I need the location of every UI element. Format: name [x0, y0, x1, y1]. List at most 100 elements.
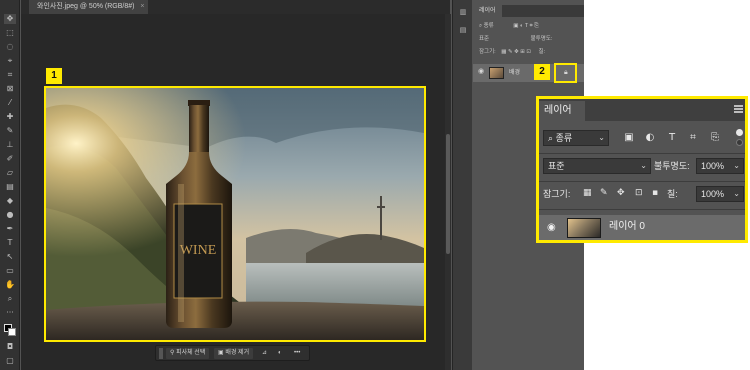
kind-filter-label: 종류	[555, 133, 573, 143]
chevron-down-icon: ⌄	[598, 133, 605, 142]
small-search-icon: ⌕	[479, 23, 483, 29]
callout-2-badge: 2	[534, 64, 550, 80]
small-filter-icons: ▣ ◐ T ⌗ ⎘	[513, 23, 539, 29]
type-tool-icon[interactable]: T	[4, 238, 16, 248]
marquee-tool-icon[interactable]: ⬚	[4, 28, 16, 38]
small-blend-mode[interactable]: 표준	[479, 36, 489, 42]
opacity-input[interactable]: 100% ⌄	[696, 158, 744, 174]
contextual-task-bar: ⚲ 피사체 선택 ▣ 배경 제거 ⊿ ◐ •••	[155, 345, 310, 361]
divider	[539, 153, 745, 154]
small-opacity-label: 불투명도:	[530, 36, 553, 42]
eye-icon[interactable]: ◉	[547, 222, 556, 234]
panel-menu-icon[interactable]	[734, 105, 743, 113]
layer-row[interactable]: ◉ 레이어 0	[539, 215, 745, 240]
small-layer-name: 배경	[509, 70, 521, 76]
stamp-tool-icon[interactable]: ⊥	[4, 140, 16, 150]
small-layers-tab[interactable]: 레이어	[473, 5, 502, 17]
image-icon: ▣	[218, 350, 224, 356]
layer-thumbnail	[567, 218, 601, 238]
quick-mask-icon[interactable]: ◘	[4, 342, 16, 352]
remove-background-label: 배경 제거	[225, 350, 250, 356]
smart-object-filter-icon[interactable]: ⎘	[709, 132, 721, 144]
layers-panel-zoomed: 레이어 ⌕ 종류 ⌄ ▣ ◐ T ⌗ ⎘ 표준 ⌄ 불투명도: 100% ⌄ 잠…	[536, 96, 748, 243]
shape-tool-icon[interactable]: ▭	[4, 266, 16, 276]
adjustment-filter-icon[interactable]: ◐	[644, 132, 656, 144]
lock-artboard-icon[interactable]: ⊡	[635, 187, 643, 199]
blur-tool-icon[interactable]: ◆	[4, 196, 16, 206]
small-panel-tab-bar: 레이어	[473, 5, 584, 17]
small-lock-row: 잠그기: ▦ ✎ ✥ ⊞ ⊡ 칠:	[473, 46, 584, 58]
lock-position-icon[interactable]: ✥	[617, 187, 625, 199]
document-tab-title: 와인사진.jpeg @ 50% (RGB/8#)	[37, 3, 135, 10]
search-icon: ⌕	[548, 133, 554, 143]
lasso-tool-icon[interactable]: ◌	[4, 42, 16, 52]
callout-2-highlight	[554, 63, 577, 83]
tools-bar: ✥ ⬚ ◌ ⌖ ⌗ ⊠ ⁄ ✚ ✎ ⊥ ✐ ▱ ▤ ◆ ● ✒ T ↖ ▭ ✋ …	[0, 0, 20, 370]
chevron-down-icon: ⌄	[733, 161, 740, 170]
ctx-bar-grip-icon[interactable]	[159, 348, 163, 359]
small-lock-label: 잠그기:	[479, 49, 496, 55]
close-tab-icon[interactable]: ×	[140, 0, 144, 14]
move-tool-icon[interactable]: ✥	[4, 14, 16, 24]
gradient-tool-icon[interactable]: ▤	[4, 182, 16, 192]
crop-tool-icon[interactable]: ⌗	[4, 70, 16, 80]
healing-brush-tool-icon[interactable]: ✚	[4, 112, 16, 122]
chevron-down-icon: ⌄	[733, 189, 740, 198]
divider	[539, 181, 745, 182]
remove-background-button[interactable]: ▣ 배경 제거	[214, 348, 254, 359]
fill-label: 칠:	[667, 189, 678, 199]
layer-name[interactable]: 레이어 0	[609, 221, 645, 233]
eraser-tool-icon[interactable]: ▱	[4, 168, 16, 178]
layers-tab[interactable]: 레이어	[539, 101, 585, 121]
hand-tool-icon[interactable]: ✋	[4, 280, 16, 290]
quick-select-tool-icon[interactable]: ⌖	[4, 56, 16, 66]
screen-mode-icon[interactable]: ▢	[4, 356, 16, 366]
small-layer-thumbnail	[489, 67, 504, 79]
eyedropper-tool-icon[interactable]: ⁄	[4, 98, 16, 108]
lock-pixels-icon[interactable]: ✎	[600, 187, 608, 199]
lock-label: 잠그기:	[543, 189, 571, 199]
small-blend-row: 표준 불투명도:	[473, 33, 584, 45]
small-eye-icon[interactable]: ◉	[478, 67, 484, 75]
vertical-scrollbar[interactable]	[445, 14, 451, 370]
divider	[539, 209, 745, 210]
zoom-tool-icon[interactable]: ⌕	[4, 294, 16, 304]
callout-1-badge: 1	[46, 68, 62, 84]
photoshop-window: ✥ ⬚ ◌ ⌖ ⌗ ⊠ ⁄ ✚ ✎ ⊥ ✐ ▱ ▤ ◆ ● ✒ T ↖ ▭ ✋ …	[0, 0, 584, 370]
more-options-icon[interactable]: •••	[294, 348, 300, 359]
path-select-tool-icon[interactable]: ↖	[4, 252, 16, 262]
transform-icon[interactable]: ⊿	[262, 348, 267, 359]
pixel-filter-icon[interactable]: ▣	[623, 132, 635, 144]
blend-mode-label: 표준	[548, 161, 565, 171]
dodge-tool-icon[interactable]: ●	[4, 210, 16, 220]
document-tab-bar: 와인사진.jpeg @ 50% (RGB/8#) ×	[21, 0, 450, 14]
color-swatches-icon[interactable]	[4, 324, 16, 336]
lock-transparent-icon[interactable]: ▦	[583, 187, 592, 199]
shape-filter-icon[interactable]: ⌗	[687, 132, 699, 144]
blend-mode-dropdown[interactable]: 표준 ⌄	[543, 158, 651, 174]
small-kind-filter[interactable]: 종류	[484, 23, 494, 29]
history-brush-tool-icon[interactable]: ✐	[4, 154, 16, 164]
lock-all-icon[interactable]: ▪	[652, 187, 658, 199]
layers-tab-bar: 레이어	[539, 99, 745, 121]
small-filter-row: ⌕ 종류 ▣ ◐ T ⌗ ⎘	[473, 20, 584, 32]
document-tab[interactable]: 와인사진.jpeg @ 50% (RGB/8#) ×	[29, 0, 149, 14]
callout-1-highlight	[44, 86, 426, 342]
type-filter-icon[interactable]: T	[666, 132, 678, 144]
scrollbar-thumb[interactable]	[446, 134, 450, 254]
fill-input[interactable]: 100% ⌄	[696, 186, 744, 202]
comments-panel-icon[interactable]: ▤	[458, 26, 468, 35]
brush-tool-icon[interactable]: ✎	[4, 126, 16, 136]
filter-toggle-off-icon	[736, 139, 743, 146]
opacity-value: 100%	[701, 161, 725, 171]
adjustment-icon[interactable]: ◐	[278, 348, 282, 359]
kind-filter-dropdown[interactable]: ⌕ 종류 ⌄	[543, 130, 609, 146]
filter-toggle-icon[interactable]	[736, 129, 743, 136]
select-subject-button[interactable]: ⚲ 피사체 선택	[166, 348, 210, 359]
person-icon: ⚲	[170, 350, 175, 356]
more-tools-icon[interactable]: ···	[4, 308, 16, 318]
frame-tool-icon[interactable]: ⊠	[4, 84, 16, 94]
opacity-label: 불투명도:	[654, 161, 690, 171]
swatches-panel-icon[interactable]: ▥	[458, 8, 468, 17]
pen-tool-icon[interactable]: ✒	[4, 224, 16, 234]
